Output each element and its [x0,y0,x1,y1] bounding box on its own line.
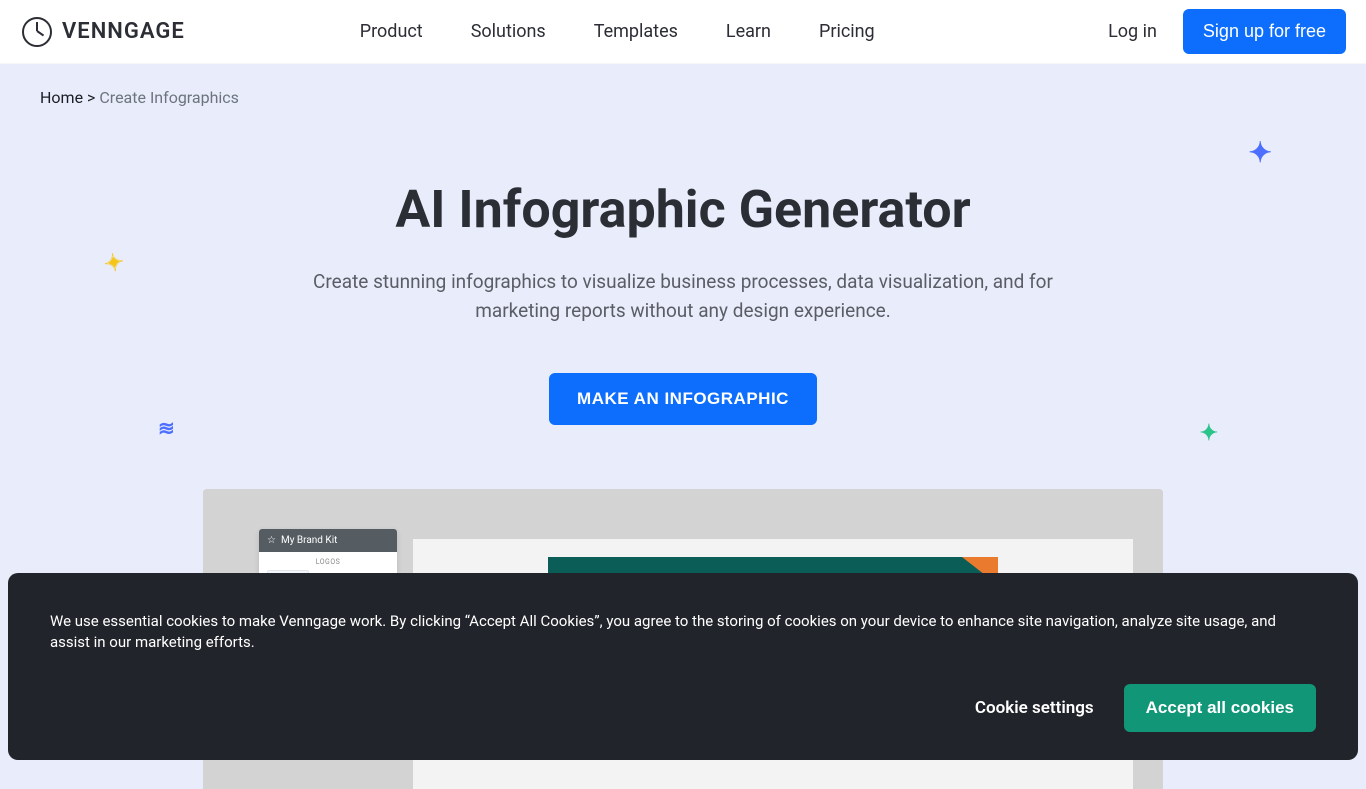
cookie-banner: We use essential cookies to make Venngag… [8,573,1358,761]
nav-solutions[interactable]: Solutions [471,21,546,42]
login-link[interactable]: Log in [1108,21,1157,42]
nav-learn[interactable]: Learn [726,21,771,42]
breadcrumb-current: Create Infographics [99,88,239,107]
accept-cookies-button[interactable]: Accept all cookies [1124,684,1316,732]
breadcrumb: Home > Create Infographics [0,64,1366,131]
logo[interactable]: VENNGAGE [22,17,185,47]
cookie-actions: Cookie settings Accept all cookies [50,684,1316,732]
nav-templates[interactable]: Templates [594,21,678,42]
header: VENNGAGE Product Solutions Templates Lea… [0,0,1366,64]
main-nav: Product Solutions Templates Learn Pricin… [360,21,875,42]
brand-kit-title: My Brand Kit [281,535,337,546]
cookie-text: We use essential cookies to make Venngag… [50,611,1316,655]
page-title: AI Infographic Generator [40,179,1326,240]
sparkle-icon: ✦ [102,247,127,278]
header-right: Log in Sign up for free [1108,9,1346,54]
logos-label: LOGOS [267,558,389,566]
sparkle-icon: ✦ [1200,421,1218,446]
cookie-settings-button[interactable]: Cookie settings [975,698,1094,718]
page-subtitle: Create stunning infographics to visualiz… [303,268,1063,325]
clock-logo-icon [22,17,52,47]
breadcrumb-sep: > [83,88,99,107]
wave-icon: ≋ [158,416,175,440]
breadcrumb-home[interactable]: Home [40,88,83,107]
logo-text: VENNGAGE [62,19,185,44]
make-infographic-button[interactable]: MAKE AN INFOGRAPHIC [549,373,817,425]
brand-kit-header: My Brand Kit [259,529,397,552]
nav-product[interactable]: Product [360,21,423,42]
sparkle-icon: ✦ [1249,136,1272,169]
signup-button[interactable]: Sign up for free [1183,9,1346,54]
nav-pricing[interactable]: Pricing [819,21,875,42]
